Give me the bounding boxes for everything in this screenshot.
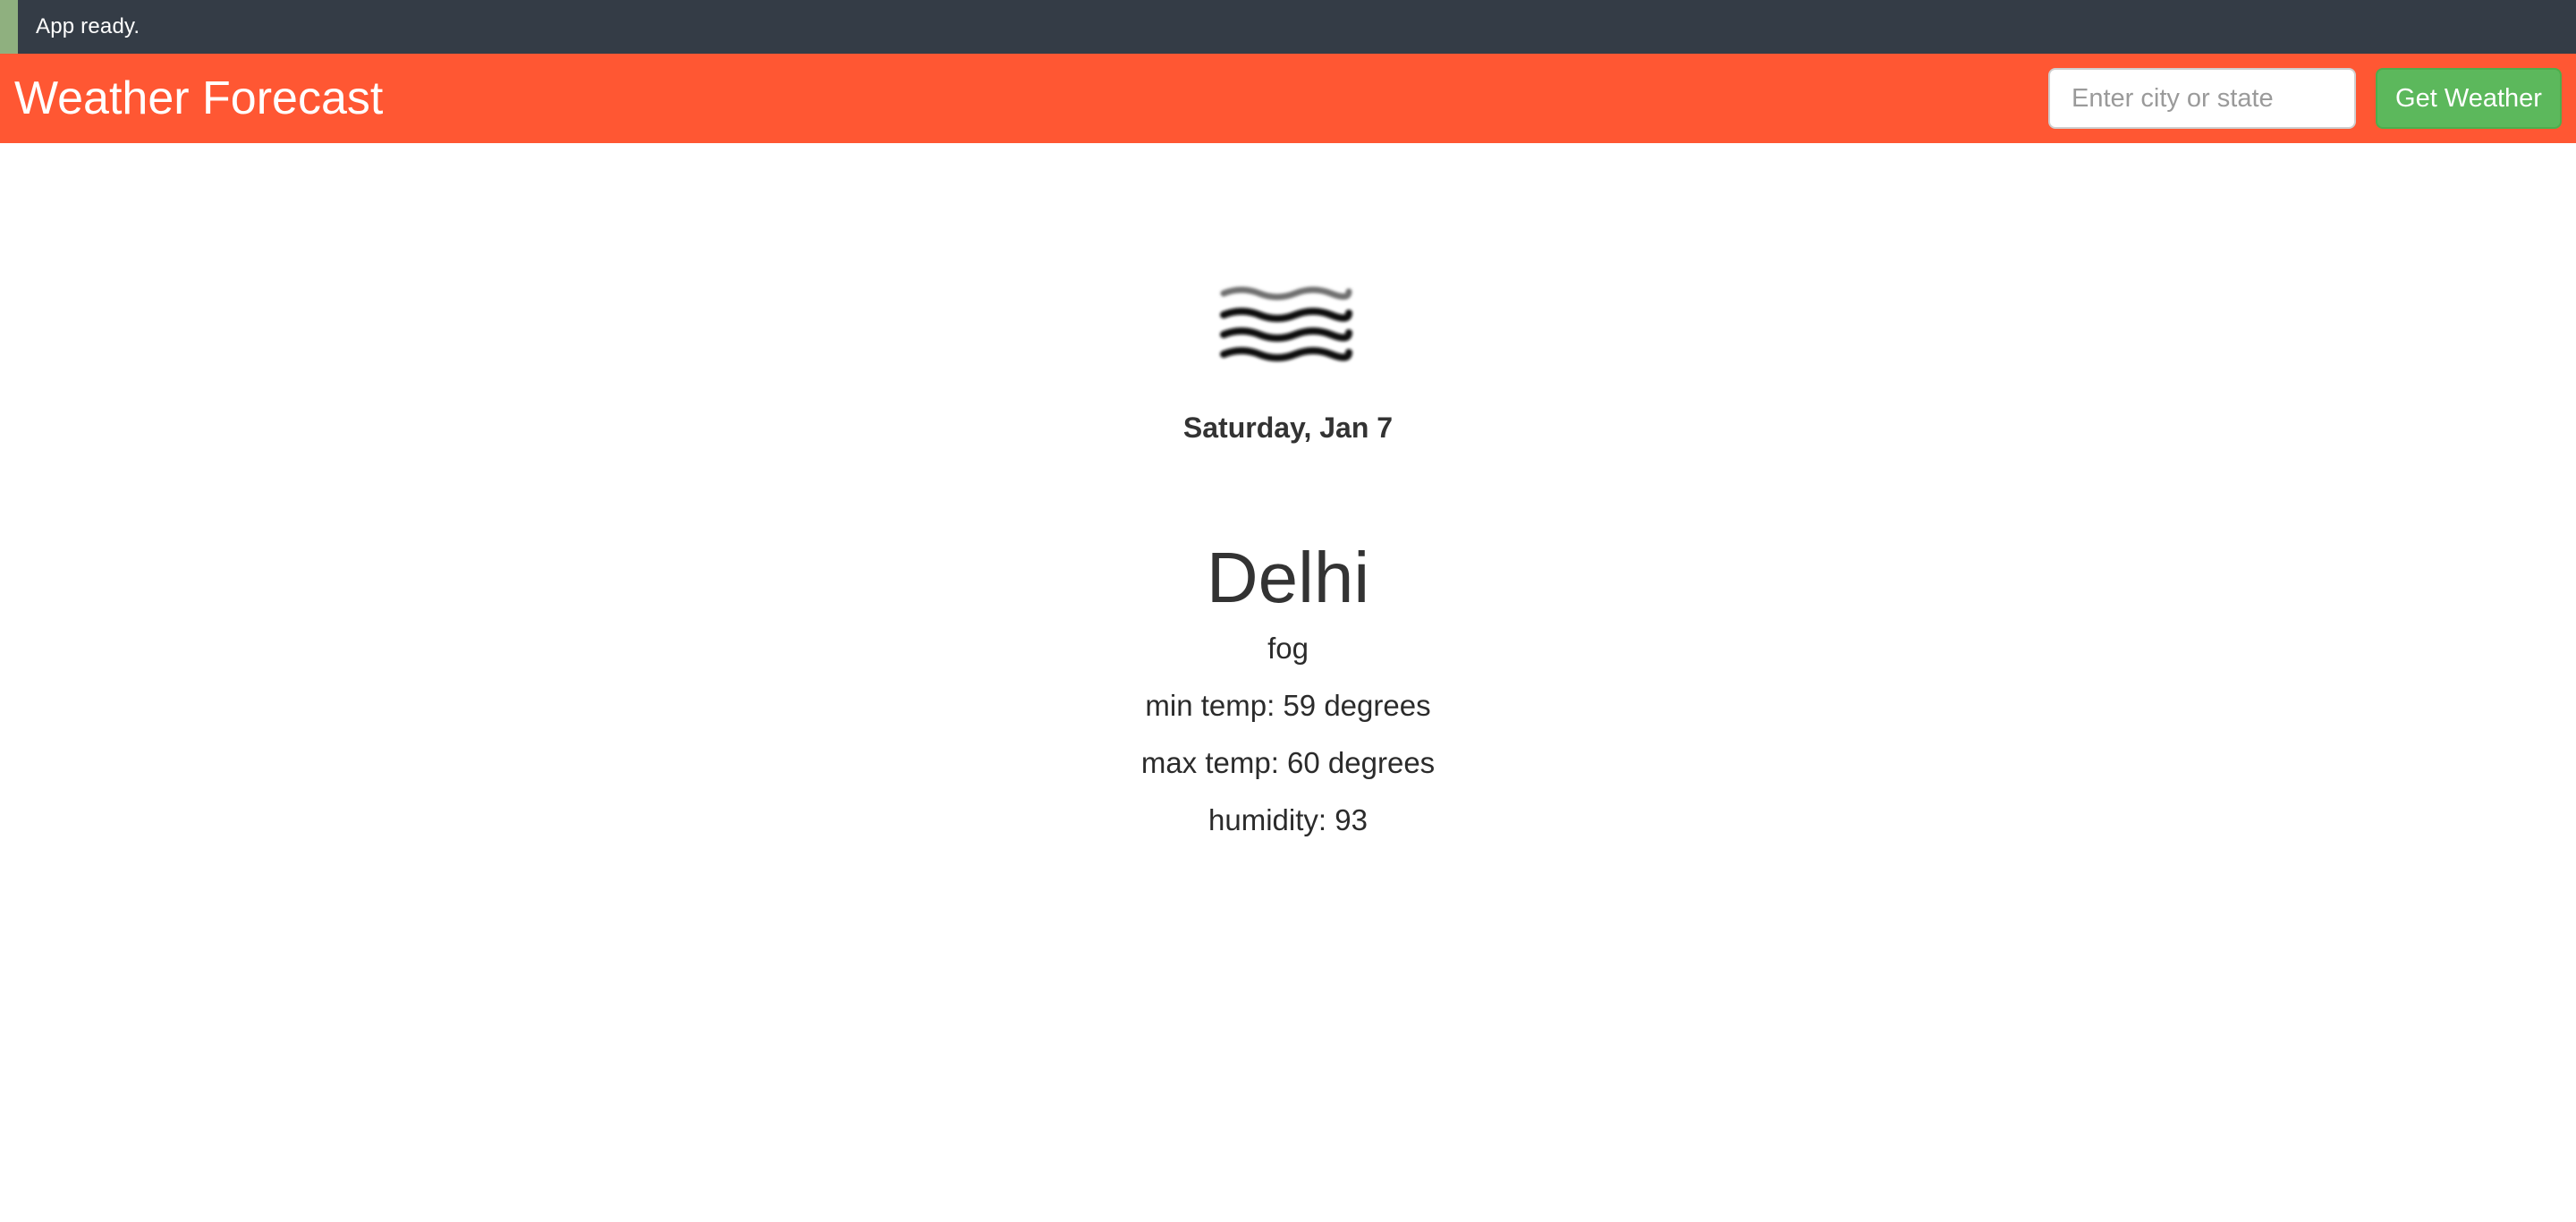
forecast-date: Saturday, Jan 7	[1182, 412, 1394, 444]
city-search-input[interactable]	[2048, 68, 2356, 129]
forecast-panel: Saturday, Jan 7 Delhi fog min temp: 59 d…	[0, 143, 2576, 1222]
city-name: Delhi	[1206, 538, 1370, 617]
get-weather-button[interactable]: Get Weather	[2376, 68, 2562, 129]
search-form: Get Weather	[2048, 68, 2562, 129]
status-accent	[0, 0, 18, 54]
weather-condition: fog	[1267, 632, 1309, 665]
navbar: Weather Forecast Get Weather	[0, 54, 2576, 143]
humidity: humidity: 93	[1208, 803, 1368, 836]
status-bar: App ready.	[0, 0, 2576, 54]
app-title[interactable]: Weather Forecast	[14, 72, 383, 125]
fog-icon	[1220, 286, 1352, 361]
max-temperature: max temp: 60 degrees	[1140, 746, 1436, 779]
min-temperature: min temp: 59 degrees	[1145, 689, 1431, 722]
status-message: App ready.	[36, 14, 140, 38]
